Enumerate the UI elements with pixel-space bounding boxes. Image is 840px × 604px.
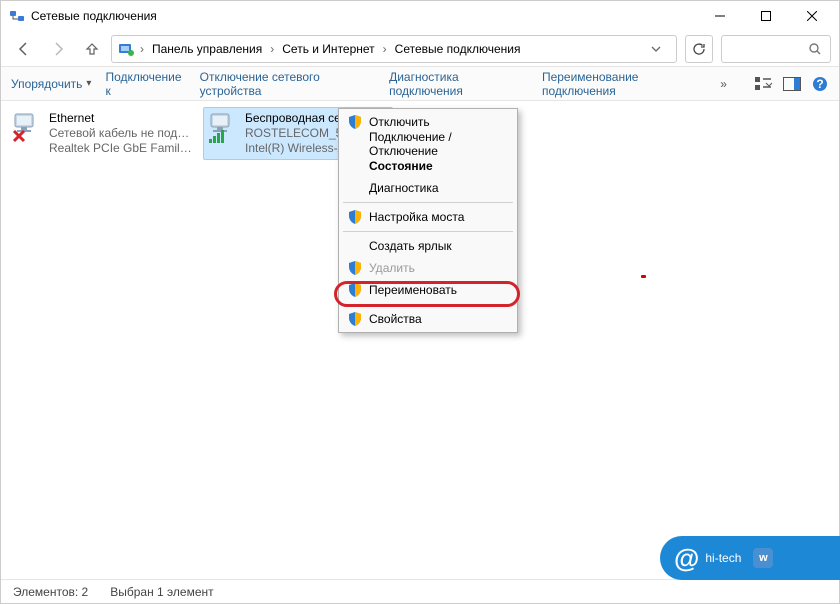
context-menu-item-label: Отключить [369,115,430,129]
command-bar: Упорядочить ▾ Подключение к Отключение с… [1,67,839,101]
watermark-badge: @ hi-tech w [660,536,840,580]
back-button[interactable] [9,35,39,63]
context-menu-item[interactable]: Создать ярлык [341,235,515,257]
diagnose-button[interactable]: Диагностика подключения [389,70,528,98]
address-dropdown-icon[interactable] [642,44,670,54]
search-input[interactable] [721,35,831,63]
context-menu-item[interactable]: Свойства [341,308,515,330]
address-bar: › Панель управления › Сеть и Интернет › … [1,31,839,67]
connection-item-ethernet[interactable]: Ethernet Сетевой кабель не подключен Rea… [7,107,197,160]
context-menu-item[interactable]: Настройка моста [341,206,515,228]
breadcrumb-item[interactable]: Сетевые подключения [393,42,523,56]
organize-menu[interactable]: Упорядочить ▾ [11,77,91,91]
breadcrumb-item[interactable]: Панель управления [150,42,264,56]
connection-text: Ethernet Сетевой кабель не подключен Rea… [49,111,193,156]
forward-button[interactable] [43,35,73,63]
view-options-button[interactable] [755,76,773,92]
connection-name: Ethernet [49,111,193,126]
vk-icon: w [753,548,773,568]
help-button[interactable]: ? [811,76,829,92]
connection-adapter: Realtek PCIe GbE Family Controller [49,141,193,156]
watermark-text: hi-tech [705,551,741,565]
minimize-button[interactable] [697,1,743,31]
context-menu-item-label: Переименовать [369,283,457,297]
context-menu-item[interactable]: Диагностика [341,177,515,199]
window: Сетевые подключения › [0,0,840,604]
rename-button[interactable]: Переименование подключения [542,70,706,98]
context-menu-item-label: Настройка моста [369,210,464,224]
context-menu-item-label: Создать ярлык [369,239,452,253]
up-button[interactable] [77,35,107,63]
breadcrumb[interactable]: › Панель управления › Сеть и Интернет › … [111,35,677,63]
control-panel-icon [118,41,134,57]
context-menu-separator [343,202,513,203]
at-symbol-icon: @ [674,543,699,574]
context-menu-separator [343,304,513,305]
context-menu-item-label: Состояние [369,159,433,173]
uac-shield-icon [347,114,363,130]
search-icon [808,42,822,56]
chevron-right-icon: › [268,42,276,56]
connect-to-label: Подключение к [105,70,185,98]
chevron-down-icon: ▾ [86,78,91,89]
more-commands-button[interactable]: » [720,77,727,91]
window-controls [697,1,835,31]
rename-label: Переименование подключения [542,70,706,98]
titlebar: Сетевые подключения [1,1,839,31]
item-count: Элементов: 2 [13,585,88,599]
ethernet-icon [11,111,43,143]
context-menu-item[interactable]: Переименовать [341,279,515,301]
diagnose-label: Диагностика подключения [389,70,528,98]
context-menu-item-label: Свойства [369,312,422,326]
svg-text:?: ? [816,77,823,91]
context-menu-item-label: Подключение / Отключение [369,130,507,158]
context-menu-item-label: Удалить [369,261,415,275]
toolbar-right: ? [755,76,829,92]
context-menu-item-label: Диагностика [369,181,439,195]
context-menu-item: Удалить [341,257,515,279]
content-area[interactable]: Ethernet Сетевой кабель не подключен Rea… [1,101,839,579]
disable-device-label: Отключение сетевого устройства [200,70,375,98]
selection-count: Выбран 1 элемент [110,585,213,599]
context-menu-separator [343,231,513,232]
close-button[interactable] [789,1,835,31]
artifact-dot [641,275,646,278]
maximize-button[interactable] [743,1,789,31]
breadcrumb-item[interactable]: Сеть и Интернет [280,42,376,56]
chevron-right-icon: › [138,42,146,56]
chevron-right-icon: › [381,42,389,56]
connection-status: Сетевой кабель не подключен [49,126,193,141]
uac-shield-icon [347,282,363,298]
disable-device-button[interactable]: Отключение сетевого устройства [200,70,375,98]
uac-shield-icon [347,311,363,327]
context-menu: ОтключитьПодключение / ОтключениеСостоян… [338,108,518,333]
window-title: Сетевые подключения [31,9,697,23]
uac-shield-icon [347,260,363,276]
status-bar: Элементов: 2 Выбран 1 элемент [1,579,839,603]
uac-shield-icon [347,209,363,225]
organize-label: Упорядочить [11,77,82,91]
context-menu-item[interactable]: Состояние [341,155,515,177]
preview-pane-button[interactable] [783,76,801,92]
refresh-button[interactable] [685,35,713,63]
context-menu-item[interactable]: Подключение / Отключение [341,133,515,155]
wireless-icon [207,111,239,143]
connect-to-button[interactable]: Подключение к [105,70,185,98]
network-connections-icon [9,8,25,24]
